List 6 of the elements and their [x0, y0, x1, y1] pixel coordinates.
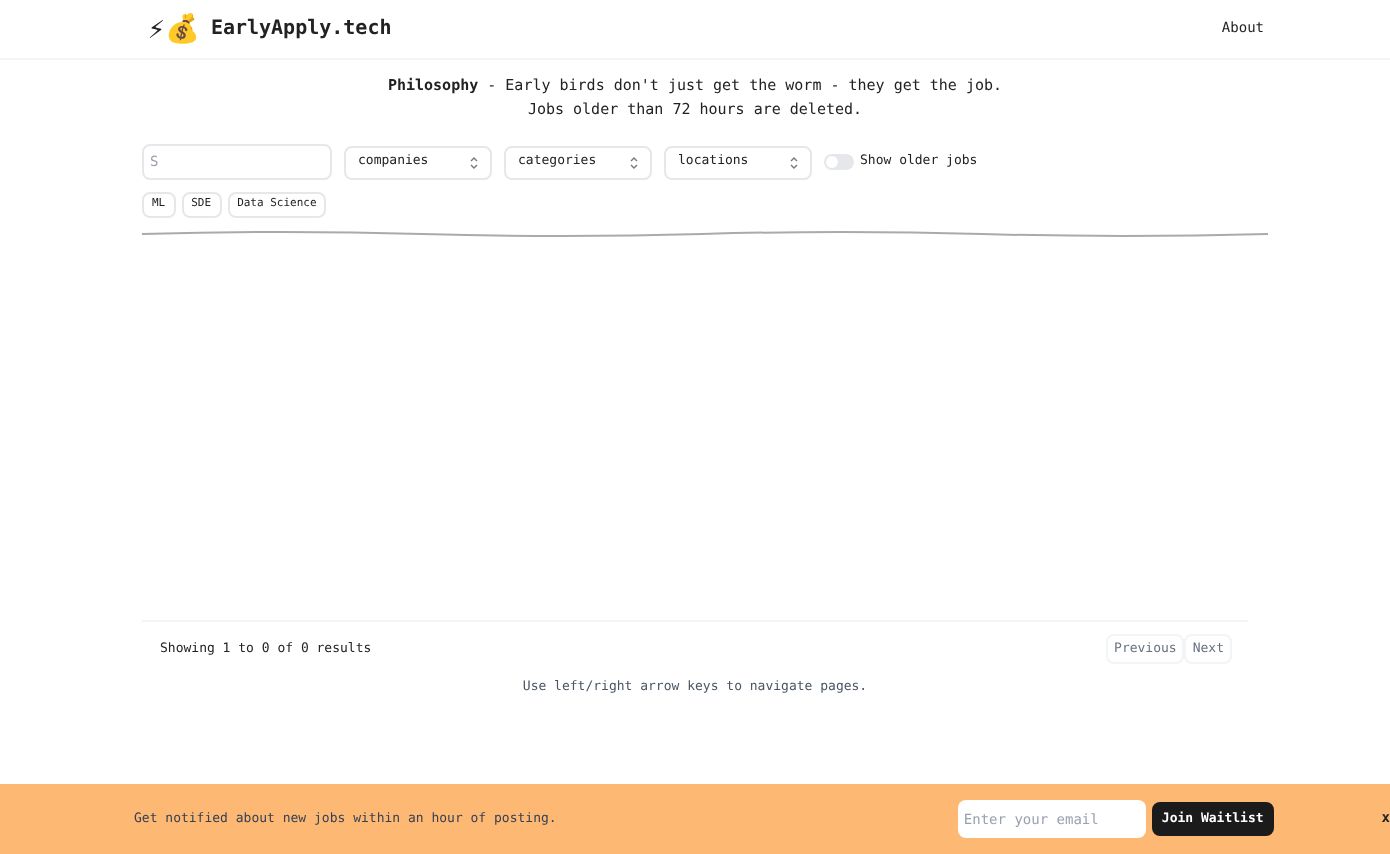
- logo-icon: ⚡💰: [148, 15, 199, 43]
- brand-name[interactable]: EarlyApply.tech: [210, 14, 392, 44]
- toggle-switch[interactable]: [824, 154, 854, 170]
- chevron-icon: [630, 155, 638, 169]
- chevron-icon: [790, 155, 798, 169]
- chevron-icon: [470, 155, 478, 169]
